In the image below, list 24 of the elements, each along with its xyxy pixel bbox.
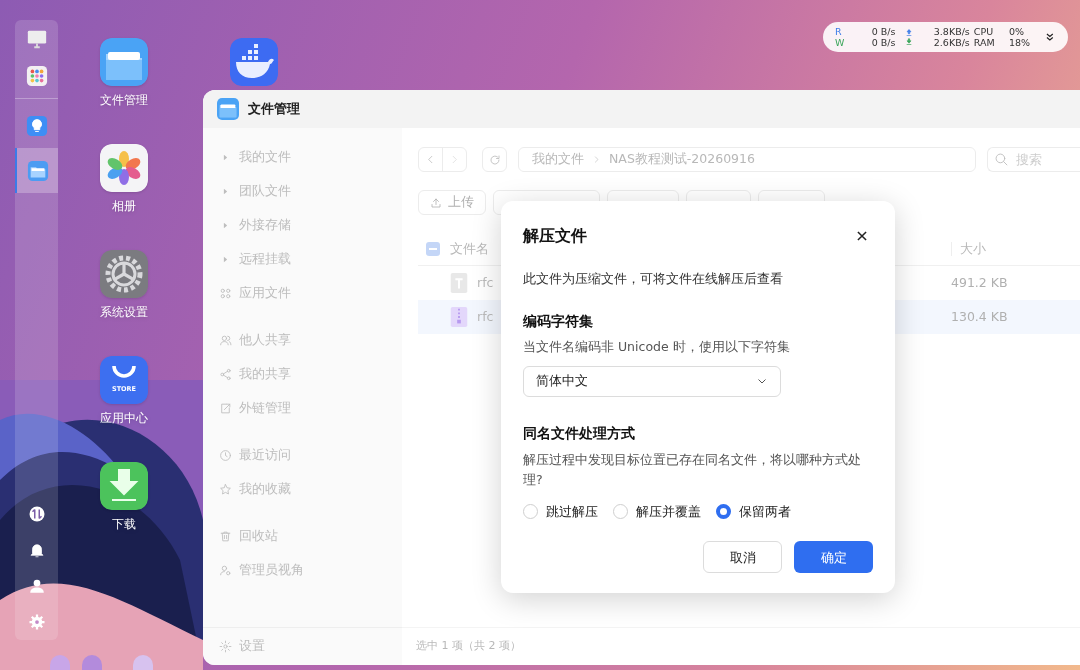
status-text: 选中 1 项（共 2 项） <box>402 627 1080 665</box>
column-header: 文件名 <box>450 239 490 258</box>
read-rate: 0 B/s <box>871 26 896 37</box>
ram-value: 18% <box>1008 37 1032 48</box>
write-rate: 0 B/s <box>871 37 896 48</box>
section-title: 编码字符集 <box>523 311 594 331</box>
section-title: 同名文件处理方式 <box>523 423 636 443</box>
write-label: W <box>835 37 846 48</box>
dialog-description: 此文件为压缩文件，可将文件在线解压后查看 <box>523 270 784 288</box>
download-rate: 2.6KB/s <box>933 37 970 48</box>
file-size: 491.2 KB <box>951 273 1009 292</box>
cpu-value: 0% <box>1008 26 1026 37</box>
file-name: rfc <box>477 307 494 326</box>
upload-rate: 3.8KB/s <box>933 26 970 37</box>
column-header: 大小 <box>960 239 987 258</box>
hint-text: 当文件名编码非 Unicode 时，使用以下字符集 <box>523 337 791 356</box>
file-name: rfc <box>477 273 494 292</box>
file-size: 130.4 KB <box>951 307 1009 326</box>
read-label: R <box>835 26 843 37</box>
cpu-label: CPU <box>973 26 995 37</box>
ram-label: RAM <box>973 37 996 48</box>
hint-text: 解压过程中发现目标位置已存在同名文件，将以哪种方式处理? <box>523 450 862 489</box>
dialog-title: 解压文件 <box>523 225 587 247</box>
window-title: 文件管理 <box>248 100 300 119</box>
